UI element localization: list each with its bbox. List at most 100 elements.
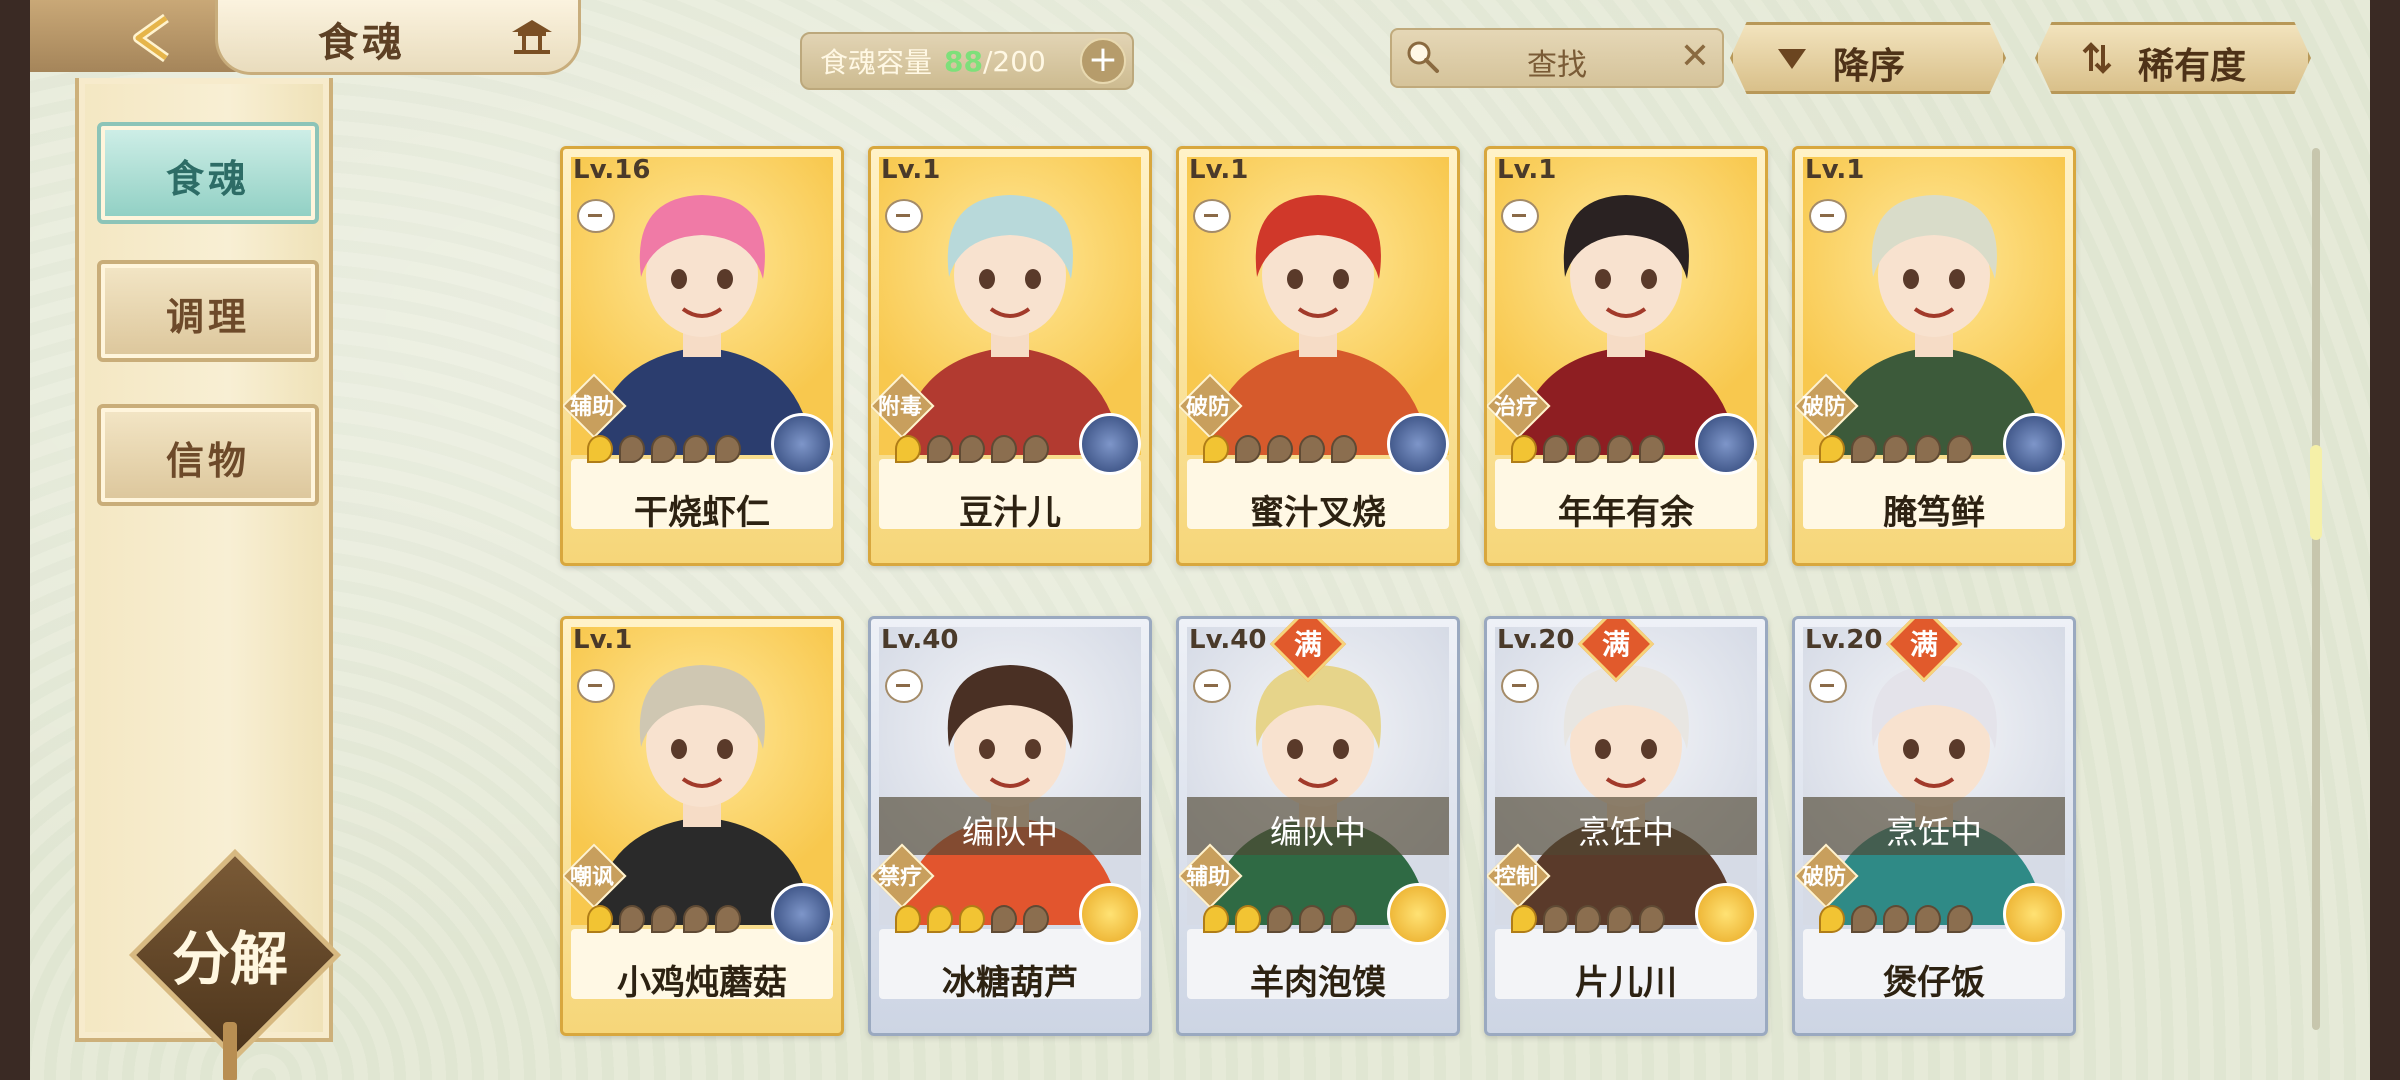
lock-icon[interactable] (885, 669, 923, 703)
scrollbar-thumb[interactable] (2310, 445, 2322, 540)
lock-icon[interactable] (1193, 199, 1231, 233)
tab-food-soul[interactable]: 食魂 (97, 122, 319, 224)
sort-order-button[interactable]: 降序 (1730, 22, 2006, 94)
star-icon (1607, 435, 1633, 463)
card-name: 干烧虾仁 (634, 493, 770, 533)
game-screen: 食魂 食魂容量 88 / 200 + 查找 ✕ 降序 稀有度 食魂 调理 信物 … (30, 0, 2370, 1080)
role-badge: 附毒 (871, 373, 935, 439)
card-level: Lv.40 (881, 625, 959, 655)
role-badge: 嘲讽 (563, 843, 627, 909)
star-icon (651, 905, 677, 933)
element-flower-icon (1079, 883, 1141, 945)
star-icon (683, 435, 709, 463)
capacity-separator: / (982, 44, 993, 78)
lock-icon[interactable] (1809, 669, 1847, 703)
lock-icon[interactable] (1501, 669, 1539, 703)
split-label: 分解 (171, 925, 288, 993)
element-flower-icon (2003, 413, 2065, 475)
star-rating (1819, 435, 1973, 463)
capacity-max: 200 (992, 44, 1046, 78)
tab-token[interactable]: 信物 (97, 404, 319, 506)
card-name: 年年有余 (1558, 493, 1694, 533)
food-soul-card[interactable]: Lv.1 破防 蜜汁叉烧 (1176, 146, 1460, 566)
food-soul-card[interactable]: Lv.40 满编队中 辅助 羊肉泡馍 (1176, 616, 1460, 1036)
role-badge: 破防 (1795, 843, 1859, 909)
food-soul-card[interactable]: Lv.1 嘲讽小鸡炖蘑菇 (560, 616, 844, 1036)
split-button[interactable]: 分解 (128, 848, 342, 1080)
element-flower-icon (2003, 883, 2065, 945)
card-role: 破防 (1801, 865, 1846, 890)
food-soul-card[interactable]: Lv.1 破防腌笃鲜 (1792, 146, 2076, 566)
element-flower-icon (1387, 883, 1449, 945)
capacity-current: 88 (944, 44, 983, 78)
lock-icon[interactable] (577, 199, 615, 233)
element-flower-icon (1695, 413, 1757, 475)
card-role: 附毒 (877, 395, 922, 420)
lock-icon[interactable] (1193, 669, 1231, 703)
food-soul-card[interactable]: Lv.40 编队中 禁疗 冰糖葫芦 (868, 616, 1152, 1036)
food-soul-card[interactable]: Lv.1 治疗 年年有余 (1484, 146, 1768, 566)
star-icon (959, 435, 985, 463)
capacity-panel: 食魂容量 88 / 200 + (800, 32, 1134, 90)
star-icon (927, 435, 953, 463)
card-level: Lv.20 (1805, 625, 1883, 655)
star-icon (1331, 435, 1357, 463)
scrollbar-track[interactable] (2312, 148, 2320, 1030)
star-icon (1639, 905, 1665, 933)
card-role: 治疗 (1493, 395, 1538, 420)
tab-label: 信物 (165, 439, 250, 483)
card-name: 小鸡炖蘑菇 (617, 963, 787, 1003)
card-role: 控制 (1493, 865, 1538, 890)
star-icon (1819, 435, 1845, 463)
sort-field-label: 稀有度 (2138, 46, 2247, 87)
star-icon (927, 905, 953, 933)
search-placeholder: 查找 (1527, 48, 1587, 83)
search-box[interactable]: 查找 ✕ (1390, 28, 1724, 88)
card-name: 蜜汁叉烧 (1250, 493, 1386, 533)
star-icon (1607, 905, 1633, 933)
star-icon (1639, 435, 1665, 463)
home-pavilion-icon[interactable] (508, 14, 556, 58)
star-icon (715, 905, 741, 933)
full-badge: 满 (1909, 628, 1938, 661)
star-rating (587, 905, 741, 933)
lock-icon[interactable] (1809, 199, 1847, 233)
food-soul-card[interactable]: Lv.20 满烹饪中 破防 煲仔饭 (1792, 616, 2076, 1036)
star-icon (1851, 435, 1877, 463)
role-badge: 破防 (1795, 373, 1859, 439)
star-icon (1023, 905, 1049, 933)
lock-icon[interactable] (1501, 199, 1539, 233)
star-rating (587, 435, 741, 463)
lock-icon[interactable] (577, 669, 615, 703)
lock-icon[interactable] (885, 199, 923, 233)
star-icon (1883, 905, 1909, 933)
star-icon (1543, 435, 1569, 463)
full-badge: 满 (1601, 628, 1630, 661)
close-icon[interactable]: ✕ (1680, 36, 1710, 77)
card-level: Lv.1 (573, 625, 633, 655)
card-level: Lv.40 (1189, 625, 1267, 655)
capacity-add-button[interactable]: + (1080, 38, 1126, 84)
page-title: 食魂 (318, 20, 406, 66)
star-icon (1235, 905, 1261, 933)
star-icon (1819, 905, 1845, 933)
star-icon (1947, 905, 1973, 933)
food-soul-card[interactable]: Lv.16 辅助 干烧虾仁 (560, 146, 844, 566)
star-icon (1511, 435, 1537, 463)
star-icon (1299, 905, 1325, 933)
card-role: 破防 (1801, 395, 1846, 420)
tab-label: 调理 (165, 295, 250, 339)
food-soul-card[interactable]: Lv.20 满烹饪中 控制 片儿川 (1484, 616, 1768, 1036)
star-rating (895, 435, 1049, 463)
sort-field-button[interactable]: 稀有度 (2035, 22, 2311, 94)
full-badge: 满 (1293, 628, 1322, 661)
card-name: 腌笃鲜 (1883, 493, 1985, 533)
element-flower-icon (771, 883, 833, 945)
tab-conditioning[interactable]: 调理 (97, 260, 319, 362)
card-level: Lv.1 (1805, 155, 1865, 185)
food-soul-card[interactable]: Lv.1 附毒 豆汁儿 (868, 146, 1152, 566)
star-icon (1203, 905, 1229, 933)
star-icon (1235, 435, 1261, 463)
back-arrow-icon[interactable] (118, 10, 190, 66)
sort-order-label: 降序 (1833, 46, 1906, 87)
